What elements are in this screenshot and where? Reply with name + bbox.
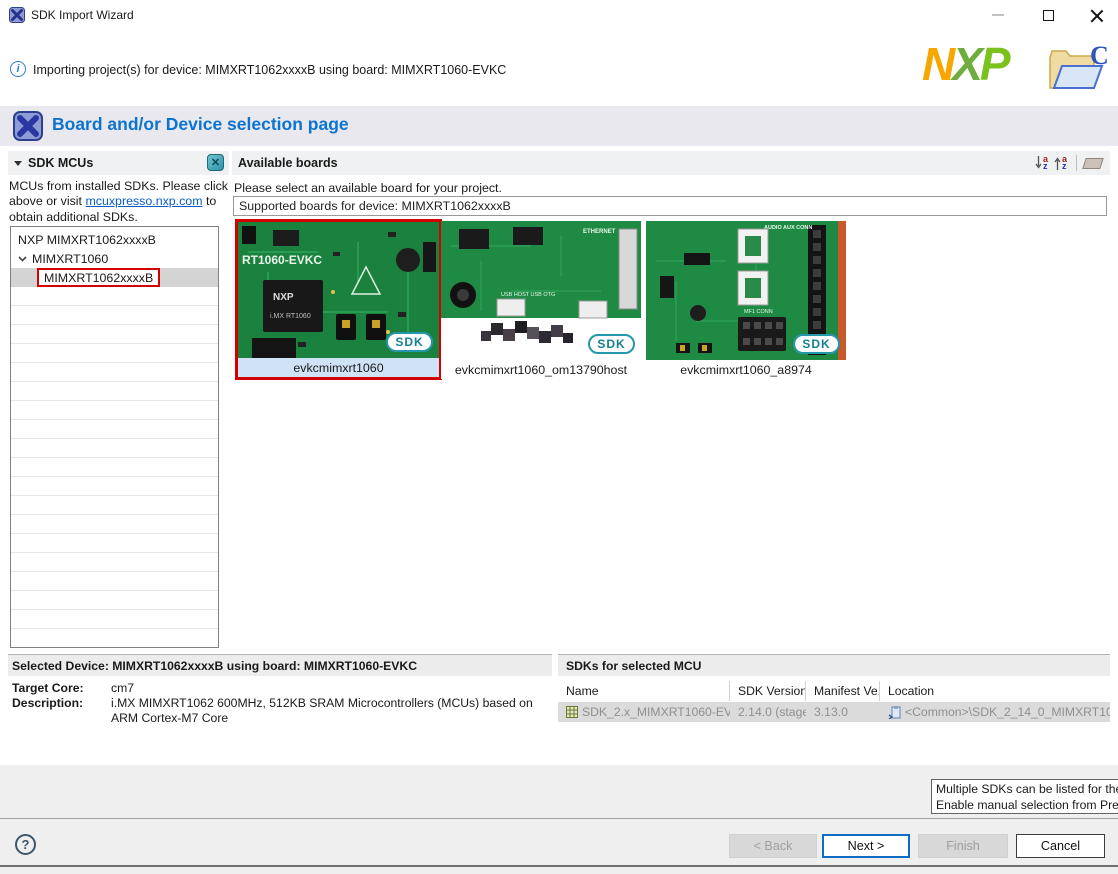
board-label: evkcmimxrt1060 <box>238 358 439 377</box>
sdks-for-mcu-group: SDKs for selected MCU Name SDK Version M… <box>558 654 1110 722</box>
info-icon: i <box>10 61 26 77</box>
column-sdk-version[interactable]: SDK Version <box>730 681 806 701</box>
selected-mcu-highlight: MIMXRT1062xxxxB <box>37 268 161 287</box>
finish-button[interactable]: Finish <box>918 834 1008 858</box>
minimize-button[interactable] <box>983 4 1013 26</box>
board-tile-evkcmimxrt1060-a8974[interactable]: AUDIO AUX CONN MF1 CONN SDK evkcmimxrt10… <box>646 221 846 379</box>
silkscreen-text: AUDIO AUX CONN <box>764 225 812 231</box>
app-x-icon <box>9 7 25 23</box>
sdk-table-row[interactable]: SDK_2.x_MIMXRT1060-EVKC 2.14.0 (stage15 … <box>558 702 1110 722</box>
tooltip-line-2: Enable manual selection from Pref <box>936 798 1118 812</box>
maximize-button[interactable] <box>1033 4 1063 26</box>
board-label: evkcmimxrt1060_a8974 <box>646 360 846 379</box>
back-button[interactable]: < Back <box>729 834 817 858</box>
close-button[interactable] <box>1081 4 1111 26</box>
sdk-name: SDK_2.x_MIMXRT1060-EVKC <box>582 705 730 719</box>
tree-group-label: MIMXRT1060 <box>32 251 109 266</box>
collapse-arrow-icon[interactable] <box>14 160 22 166</box>
minimize-icon <box>992 14 1004 16</box>
sdk-badge: SDK <box>793 334 840 354</box>
page-title: Board and/or Device selection page <box>52 114 349 134</box>
chevron-down-icon[interactable] <box>18 255 27 262</box>
manifest-version: 3.13.0 <box>814 705 848 719</box>
sdk-mcus-header[interactable]: SDK MCUs ✕ <box>8 151 229 175</box>
sdk-mcus-header-label: SDK MCUs <box>28 156 94 170</box>
column-location[interactable]: Location <box>880 681 1110 701</box>
tree-item-root[interactable]: NXP MIMXRT1062xxxxB <box>11 230 218 249</box>
sdk-import-wizard-dialog: SDK Import Wizard i Importing project(s)… <box>0 0 1118 874</box>
board-label: evkcmimxrt1060_om13790host <box>441 360 641 379</box>
board-tile-evkcmimxrt1060-om13790host[interactable]: ETHERNET USB HOST USB OTG SDK evkcmimxrt… <box>441 221 641 379</box>
nxp-letter-n: N <box>922 38 955 90</box>
sdk-package-icon <box>566 706 578 718</box>
tree-item-selected[interactable]: MIMXRT1062xxxxB <box>11 268 218 287</box>
silkscreen-text: RT1060-EVKC <box>242 253 322 267</box>
target-core-label: Target Core: <box>12 681 84 695</box>
sort-ascending-icon[interactable]: az <box>1054 154 1067 171</box>
silkscreen-text-2: MF1 CONN <box>744 309 773 315</box>
folder-letter-c: C <box>1090 44 1108 70</box>
nxp-letter-p: P <box>979 38 1011 90</box>
nxp-letter-x: X <box>952 38 983 90</box>
tree-empty-rows <box>11 287 218 647</box>
close-icon <box>1090 9 1103 22</box>
column-name[interactable]: Name <box>558 681 730 701</box>
chip-name-text: i.MX RT1060 <box>270 313 311 320</box>
column-manifest-version[interactable]: Manifest Ve... <box>806 681 880 701</box>
arrow-down-icon <box>1035 156 1042 169</box>
tree-root-label: NXP MIMXRT1062xxxxB <box>18 232 156 247</box>
tooltip-line-1: Multiple SDKs can be listed for the <box>936 782 1118 796</box>
sdk-badge: SDK <box>386 332 433 352</box>
board-image: RT1060-EVKC NXP i.MX RT1060 SDK <box>238 222 439 358</box>
clear-filter-icon[interactable] <box>1082 157 1104 169</box>
description-value: i.MX MIMXRT1062 600MHz, 512KB SRAM Micro… <box>111 696 533 725</box>
chip-brand-text: NXP <box>273 292 294 303</box>
window-bottom-edge <box>0 865 1118 867</box>
sort-descending-icon[interactable]: az <box>1035 154 1048 171</box>
location-icon <box>888 705 901 719</box>
cancel-button[interactable]: Cancel <box>1016 834 1105 858</box>
close-view-icon[interactable]: ✕ <box>207 154 224 171</box>
target-core-value: cm7 <box>111 681 135 695</box>
mcuxpresso-link[interactable]: mcuxpresso.nxp.com <box>85 194 202 208</box>
wizard-page-icon <box>13 111 43 141</box>
sdk-table-header: SDKs for selected MCU <box>558 655 1110 676</box>
selected-device-group: Selected Device: MIMXRT1062xxxxB using b… <box>8 654 552 726</box>
tree-item-group[interactable]: MIMXRT1060 <box>11 249 218 268</box>
sdk-badge: SDK <box>588 334 635 354</box>
window-title: SDK Import Wizard <box>31 8 134 22</box>
sdk-tooltip: Multiple SDKs can be listed for the Enab… <box>931 779 1118 814</box>
toolbar-separator <box>1076 155 1077 171</box>
sdk-mcus-description: MCUs from installed SDKs. Please click a… <box>9 179 230 225</box>
maximize-icon <box>1042 9 1054 21</box>
board-image: ETHERNET USB HOST USB OTG SDK <box>441 221 641 360</box>
mcu-tree: NXP MIMXRT1062xxxxB MIMXRT1060 MIMXRT106… <box>10 226 219 648</box>
nxp-logo: NXP <box>922 38 1011 90</box>
silkscreen-text: ETHERNET <box>583 229 616 235</box>
board-tile-evkcmimxrt1060[interactable]: RT1060-EVKC NXP i.MX RT1060 SDK evkcmimx… <box>235 219 442 380</box>
available-boards-header: Available boards az az <box>232 151 1110 175</box>
next-button[interactable]: Next > <box>822 834 910 858</box>
silkscreen-text-2: USB HOST USB OTG <box>501 292 555 298</box>
arrow-up-icon <box>1054 157 1061 170</box>
sdk-version: 2.14.0 (stage15 <box>738 705 806 719</box>
board-filter-input[interactable] <box>233 196 1107 216</box>
import-folder-icon: C <box>1049 44 1108 89</box>
sdk-location: <Common>\SDK_2_14_0_MIMXRT1060 <box>905 705 1110 719</box>
selected-device-header: Selected Device: MIMXRT1062xxxxB using b… <box>8 655 552 676</box>
board-image: AUDIO AUX CONN MF1 CONN SDK <box>646 221 846 360</box>
help-icon[interactable]: ? <box>15 834 36 855</box>
sdk-table-columns: Name SDK Version Manifest Ve... Location <box>558 680 1110 702</box>
available-boards-label: Available boards <box>238 156 338 170</box>
board-instruction: Please select an available board for you… <box>234 181 502 195</box>
info-message: Importing project(s) for device: MIMXRT1… <box>33 63 507 77</box>
description-label: Description: <box>12 696 84 710</box>
